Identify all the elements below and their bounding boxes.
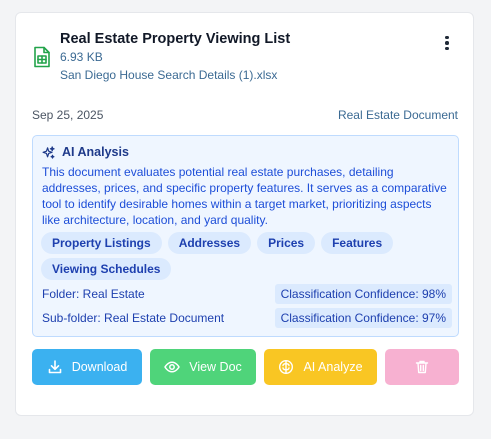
document-card: Real Estate Property Viewing List 6.93 K… bbox=[15, 12, 474, 416]
spreadsheet-file-icon bbox=[34, 46, 50, 68]
ai-analyze-label: AI Analyze bbox=[303, 360, 363, 374]
brain-icon bbox=[279, 359, 294, 375]
ai-analyze-button[interactable]: AI Analyze bbox=[264, 349, 377, 385]
tag-list: Property Listings Addresses Prices Featu… bbox=[41, 232, 451, 280]
file-name: San Diego House Search Details (1).xlsx bbox=[60, 68, 278, 82]
delete-button[interactable] bbox=[385, 349, 459, 385]
eye-icon bbox=[164, 361, 180, 373]
ai-analysis-header: AI Analysis bbox=[42, 145, 129, 159]
tag: Viewing Schedules bbox=[41, 258, 172, 280]
more-options-button[interactable] bbox=[436, 32, 458, 54]
subfolder-row: Sub-folder: Real Estate Document Classif… bbox=[42, 308, 452, 328]
tag: Addresses bbox=[167, 232, 252, 254]
view-doc-button[interactable]: View Doc bbox=[150, 349, 256, 385]
subfolder-confidence-badge: Classification Confidence: 97% bbox=[274, 308, 452, 328]
tag: Prices bbox=[257, 232, 316, 254]
subfolder-label: Sub-folder: Real Estate Document bbox=[42, 311, 225, 325]
tag: Features bbox=[321, 232, 394, 254]
trash-icon bbox=[415, 360, 429, 374]
folder-confidence-badge: Classification Confidence: 98% bbox=[274, 284, 452, 304]
document-title: Real Estate Property Viewing List bbox=[60, 31, 291, 47]
more-vertical-icon bbox=[445, 35, 449, 40]
ai-analysis-title: AI Analysis bbox=[62, 145, 129, 159]
download-label: Download bbox=[71, 360, 128, 374]
download-button[interactable]: Download bbox=[32, 349, 142, 385]
ai-analysis-panel: AI Analysis This document evaluates pote… bbox=[32, 135, 459, 337]
sparkles-icon bbox=[42, 145, 55, 159]
document-category: Real Estate Document bbox=[337, 108, 458, 122]
folder-row: Folder: Real Estate Classification Confi… bbox=[42, 284, 452, 304]
document-date: Sep 25, 2025 bbox=[32, 108, 104, 122]
download-icon bbox=[48, 360, 62, 374]
file-size: 6.93 KB bbox=[60, 50, 103, 64]
ai-analysis-description: This document evaluates potential real e… bbox=[42, 165, 447, 227]
view-doc-label: View Doc bbox=[189, 360, 242, 374]
tag: Property Listings bbox=[41, 232, 162, 254]
folder-label: Folder: Real Estate bbox=[42, 287, 145, 301]
